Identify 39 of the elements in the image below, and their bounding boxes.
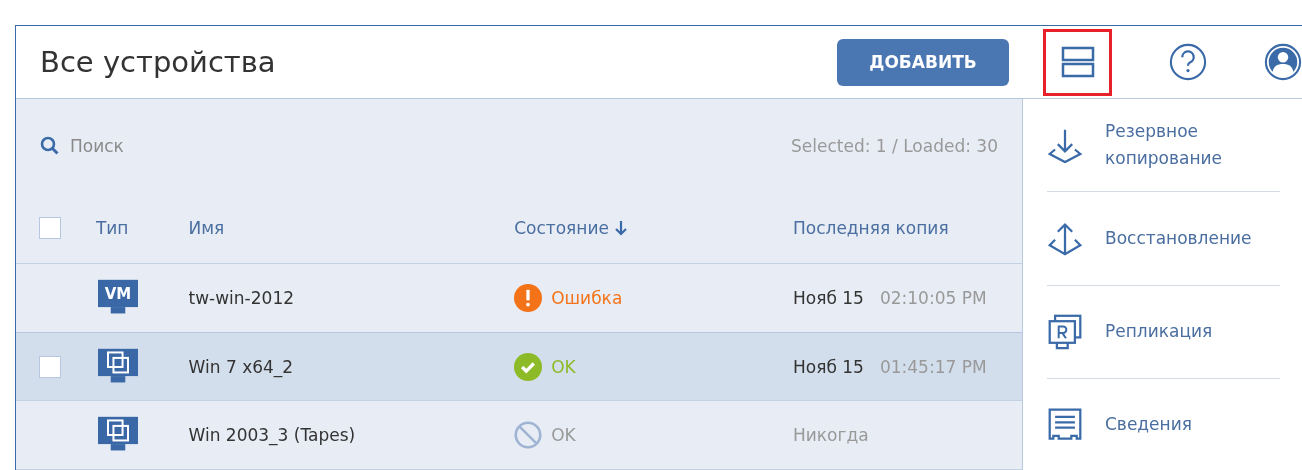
status-label: OK [551,356,576,377]
replication-icon [1047,313,1083,350]
search-field[interactable]: Поиск [68,135,272,157]
backup-date: Нояб 15 [793,356,864,377]
device-name: tw-win-2012 [188,288,296,308]
status-label: Ошибка [551,288,623,308]
action-item[interactable]: Резервное копирование [1047,99,1280,193]
device-name: Win 7 x64_2 [188,356,295,377]
column-header[interactable]: Имя [188,218,515,238]
help-icon[interactable] [1169,43,1207,81]
search-icon [40,136,60,156]
download-arrow-icon [1047,127,1083,164]
disabled-icon [514,421,543,449]
table-row[interactable]: Win 2003_3 (Tapes) OK Никогда [16,401,1022,470]
table-row[interactable]: Win 7 x64_2 OK Нояб 15 01:45:17 PM [16,332,1022,401]
add-button[interactable]: ДОБАВИТЬ [837,38,1009,86]
column-header[interactable]: Состояние [514,218,793,238]
column-header[interactable]: Тип [95,218,189,238]
layout-toggle-icon[interactable] [1060,45,1095,79]
document-icon [1047,406,1083,443]
backup-time: 02:10:05 PM [879,288,987,308]
upload-arrow-icon [1047,220,1083,257]
backup-date: Никогда [792,425,869,445]
selection-count: Selected: 1 / Loaded: 30 [791,136,998,156]
select-all-checkbox[interactable] [39,217,61,239]
action-item[interactable]: Репликация [1047,285,1280,379]
action-item[interactable]: Сведения [1047,378,1280,470]
backup-time: 01:45:17 PM [879,356,987,377]
action-item[interactable]: Восстановление [1047,192,1280,286]
success-icon [514,352,543,381]
page-title: Все устройства [40,45,277,79]
sort-arrow-icon [614,220,627,236]
user-profile-icon[interactable] [1264,43,1302,81]
column-header[interactable]: Последняя копия [793,218,1022,238]
device-name: Win 2003_3 (Tapes) [188,425,357,445]
status-label: OK [551,425,576,445]
row-checkbox[interactable] [39,355,61,378]
error-icon [514,284,543,312]
backup-date: Нояб 15 [792,288,864,308]
